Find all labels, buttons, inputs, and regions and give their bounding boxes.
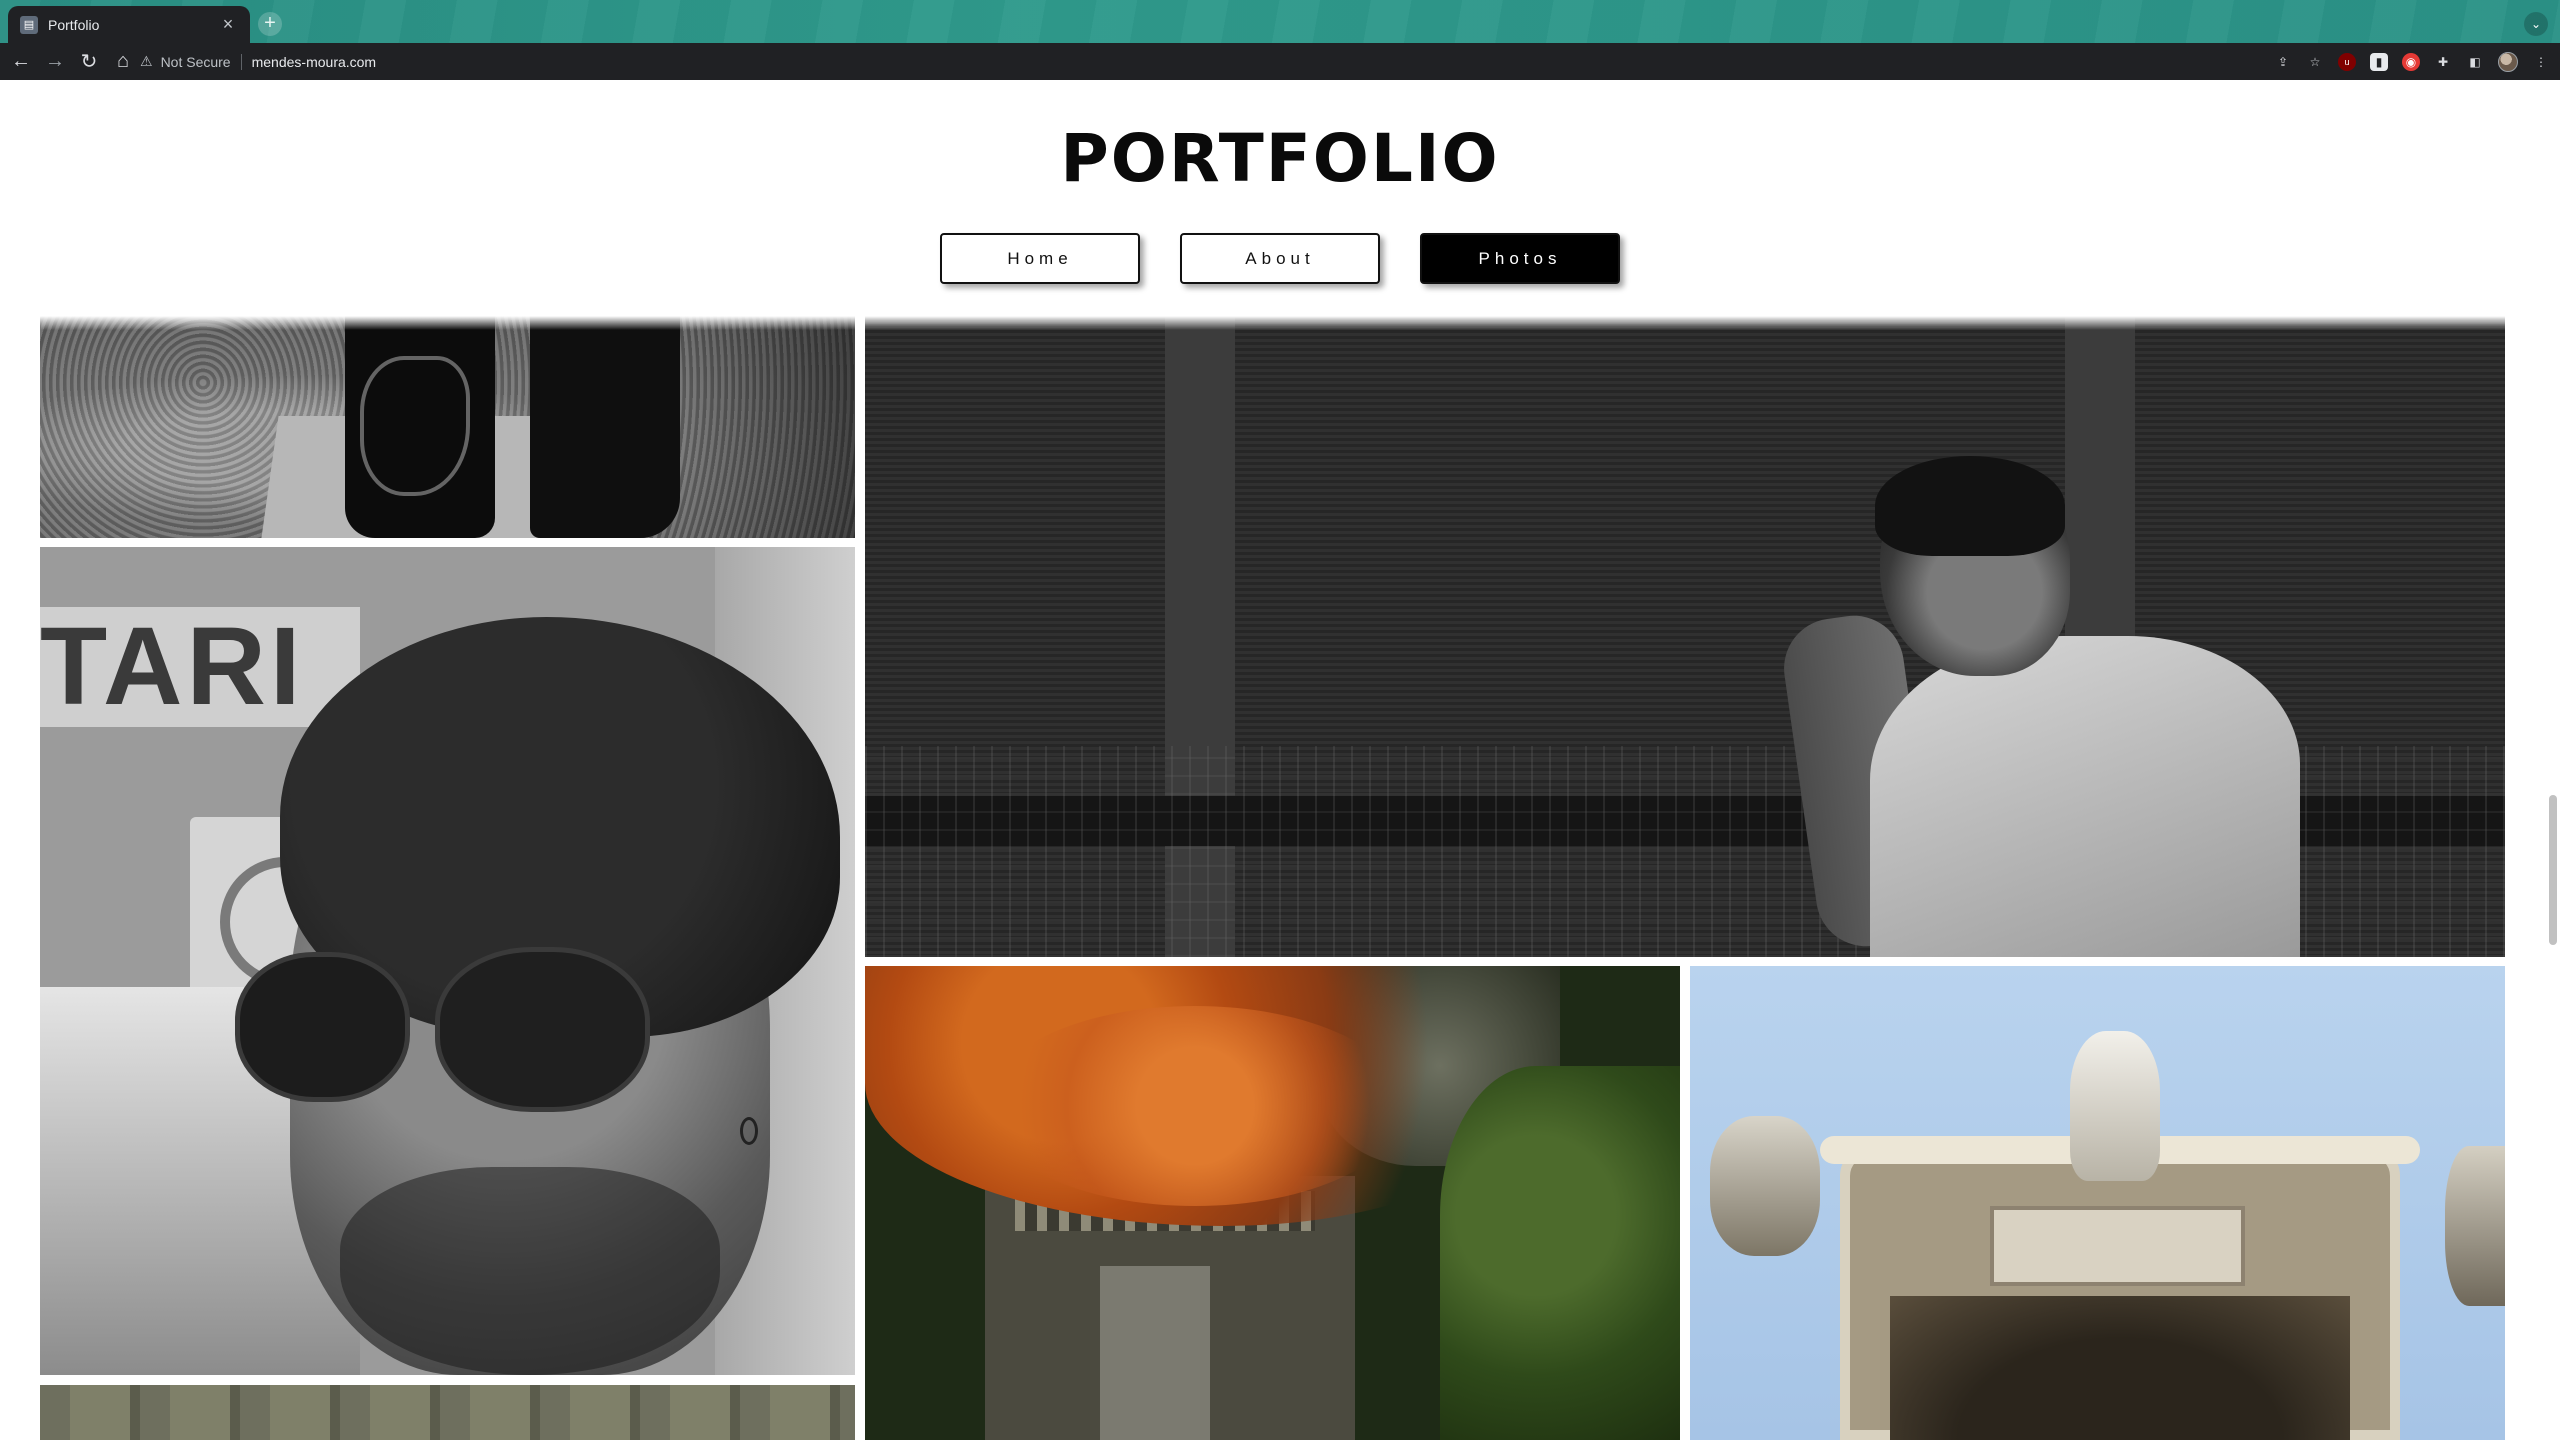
- favicon-icon: ▤: [20, 15, 38, 34]
- warning-icon: ⚠: [140, 53, 153, 69]
- back-button[interactable]: ←: [6, 47, 36, 77]
- photo-cafe-man[interactable]: [865, 316, 2505, 957]
- tab-strip-theme: [0, 0, 2560, 43]
- share-icon[interactable]: ⇪: [2274, 53, 2292, 71]
- photo-detail: [985, 1006, 1405, 1206]
- menu-kebab-icon[interactable]: ⋮: [2532, 53, 2550, 71]
- main-nav: Home About Photos: [0, 233, 2560, 284]
- side-panel-icon[interactable]: ◧: [2466, 53, 2484, 71]
- photo-detail: [685, 316, 855, 538]
- bookmark-star-icon[interactable]: ☆: [2306, 53, 2324, 71]
- ublock-extension-icon[interactable]: u: [2338, 52, 2356, 71]
- forward-button[interactable]: →: [40, 47, 70, 77]
- photo-baroque-gate[interactable]: [1690, 966, 2505, 1440]
- photo-detail: [435, 947, 650, 1112]
- photo-autumn-garden[interactable]: [865, 966, 1680, 1440]
- security-label: Not Secure: [161, 53, 242, 70]
- url-text[interactable]: mendes-moura.com: [252, 54, 377, 70]
- scrollbar-thumb[interactable]: [2549, 795, 2557, 945]
- photo-street-legs[interactable]: [40, 316, 855, 538]
- browser-toolbar: ← → ↻ ⌂ ⚠ Not Secure mendes-moura.com ⇪ …: [0, 43, 2560, 80]
- reload-button[interactable]: ↻: [74, 47, 104, 77]
- photo-detail: [235, 952, 410, 1102]
- toolbar-actions: ⇪ ☆ u ▮ ◉ ✚ ◧ ⋮: [2274, 47, 2550, 76]
- browser-tab-strip: ▤ Portfolio × + ⌄: [0, 0, 2560, 43]
- photo-detail: [1990, 1206, 2245, 1286]
- profile-avatar[interactable]: [2498, 51, 2518, 72]
- photo-detail: TARI: [40, 607, 360, 727]
- page-scrollbar[interactable]: [2546, 80, 2560, 1440]
- photo-detail: [1100, 1266, 1210, 1440]
- photo-detail: [1875, 456, 2065, 556]
- new-tab-button[interactable]: +: [258, 12, 282, 36]
- privacy-extension-icon[interactable]: ▮: [2370, 52, 2388, 71]
- photo-detail: [360, 356, 470, 496]
- photo-detail: [1710, 1116, 1820, 1256]
- extensions-puzzle-icon[interactable]: ✚: [2434, 53, 2452, 71]
- photo-detail: [1870, 636, 2300, 957]
- photo-detail: [740, 1117, 758, 1145]
- browser-tab-portfolio[interactable]: ▤ Portfolio ×: [8, 6, 250, 43]
- nav-home-button[interactable]: Home: [940, 233, 1140, 284]
- photo-building[interactable]: [40, 1385, 855, 1440]
- photo-detail: [530, 316, 680, 538]
- nav-photos-button[interactable]: Photos: [1420, 233, 1620, 284]
- photo-detail: [2445, 1146, 2505, 1306]
- photo-portrait-sunglasses[interactable]: TARI: [40, 547, 855, 1375]
- photo-detail: [2070, 1031, 2160, 1181]
- address-bar[interactable]: ⚠ Not Secure mendes-moura.com: [140, 47, 2220, 76]
- page-content: PORTFOLIO Home About Photos TARI: [0, 80, 2560, 1440]
- tab-search-button[interactable]: ⌄: [2524, 12, 2548, 36]
- photo-gallery: TARI: [0, 316, 2560, 1440]
- close-tab-icon[interactable]: ×: [218, 14, 238, 35]
- home-button[interactable]: ⌂: [108, 47, 138, 77]
- red-extension-icon[interactable]: ◉: [2402, 52, 2420, 71]
- page-title: PORTFOLIO: [1060, 120, 1500, 197]
- tab-title: Portfolio: [48, 16, 100, 33]
- nav-about-button[interactable]: About: [1180, 233, 1380, 284]
- photo-detail: [340, 1167, 720, 1375]
- photo-detail: [1890, 1296, 2350, 1440]
